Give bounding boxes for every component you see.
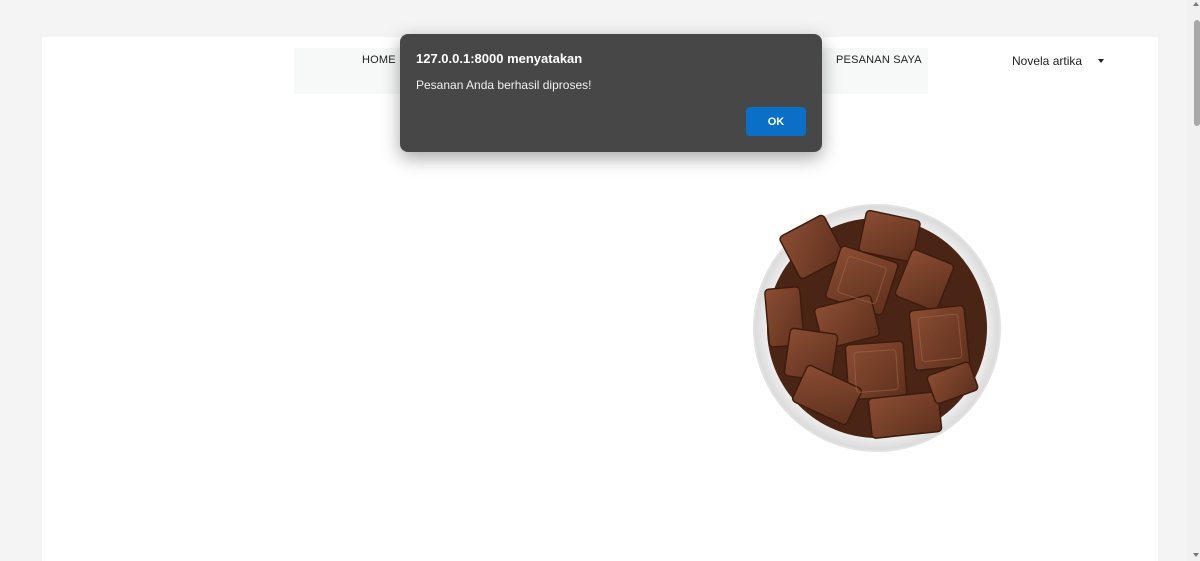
nav-orders-link[interactable]: PESANAN SAYA (836, 54, 922, 66)
scroll-thumb[interactable] (1194, 20, 1200, 126)
dialog-message: Pesanan Anda berhasil diproses! (416, 78, 592, 92)
scroll-down-icon[interactable] (1193, 553, 1199, 557)
user-name: Novela artika (1012, 54, 1083, 68)
caret-down-icon (1098, 59, 1105, 63)
nav-home-link[interactable]: HOME (362, 54, 396, 66)
scroll-up-icon[interactable] (1193, 2, 1199, 6)
user-menu[interactable]: Novela artika (1012, 54, 1105, 68)
alert-dialog: 127.0.0.1:8000 menyatakan Pesanan Anda b… (400, 34, 822, 152)
chocolate-bowl-image (753, 204, 1001, 452)
ok-button[interactable]: OK (746, 107, 806, 136)
dialog-title: 127.0.0.1:8000 menyatakan (416, 51, 583, 66)
